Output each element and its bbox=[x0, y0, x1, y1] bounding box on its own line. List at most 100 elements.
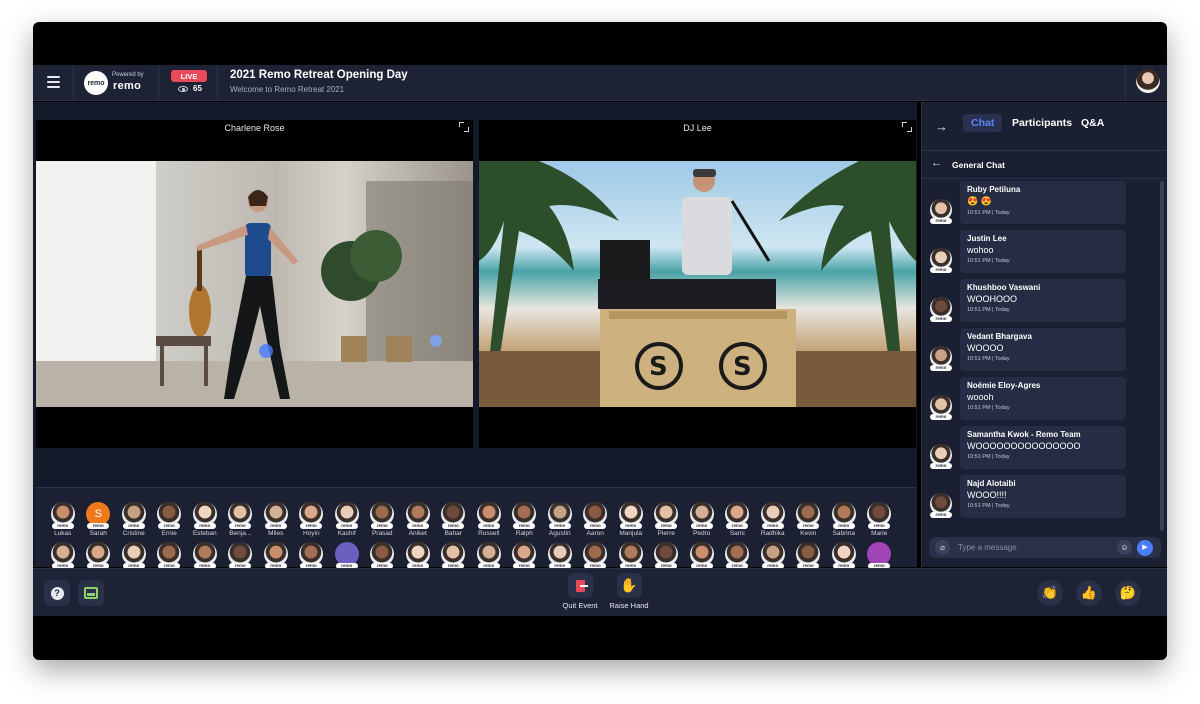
avatar: remo bbox=[930, 248, 952, 273]
send-button[interactable]: ▶ bbox=[1137, 540, 1153, 556]
audience-member[interactable]: remo Kashif bbox=[329, 502, 365, 537]
message-bubble: Justin Lee wohoo 10:51 PM | Today bbox=[960, 230, 1126, 273]
avatar: remo bbox=[583, 542, 608, 569]
message-text: WOOO!!!! bbox=[967, 490, 1007, 500]
avatar: remo bbox=[583, 502, 608, 529]
audience-member[interactable]: remo Aniket bbox=[400, 502, 436, 537]
raise-hand-button[interactable]: ✋ Raise Hand bbox=[604, 573, 654, 610]
tab-qa[interactable]: Q&A bbox=[1081, 117, 1104, 129]
audience-member[interactable]: remo Aaron bbox=[578, 502, 614, 537]
quit-event-button[interactable]: Quit Event bbox=[555, 573, 605, 610]
avatar: remo bbox=[547, 542, 572, 569]
remo-badge: remo bbox=[930, 218, 952, 224]
audience-member[interactable]: remo Pierre bbox=[649, 502, 685, 537]
back-arrow-icon[interactable]: ← bbox=[931, 157, 942, 169]
audience-member[interactable]: remo Sabrina bbox=[826, 502, 862, 537]
remo-badge: remo bbox=[51, 523, 74, 529]
message-author: Noémie Eloy-Agres bbox=[967, 381, 1041, 390]
audience-member[interactable]: remo Russell bbox=[471, 502, 507, 537]
stage-view-button[interactable] bbox=[78, 580, 104, 606]
message-text: WOOOO bbox=[967, 343, 1004, 353]
message-time: 10:51 PM | Today bbox=[967, 258, 1010, 264]
top-bar: remo Powered by remo LIVE 65 2021 Remo R… bbox=[33, 65, 1167, 101]
audience-member[interactable]: remo Ernie bbox=[152, 502, 188, 537]
audience-member[interactable]: remo Benja... bbox=[223, 502, 259, 537]
remo-badge: remo bbox=[122, 523, 145, 529]
tab-participants[interactable]: Participants bbox=[1012, 117, 1072, 129]
audience-member[interactable]: remo Miles bbox=[258, 502, 294, 537]
tab-chat[interactable]: Chat bbox=[963, 114, 1003, 132]
hand-icon: ✋ bbox=[616, 573, 642, 598]
avatar: remo bbox=[86, 542, 111, 569]
avatar: remo bbox=[192, 502, 217, 529]
audience-name: Benja... bbox=[229, 530, 252, 537]
audience-member[interactable]: remo Manjula bbox=[613, 502, 649, 537]
remo-badge: remo bbox=[548, 523, 571, 529]
avatar: remo bbox=[441, 542, 466, 569]
audience-name: Agustin bbox=[548, 530, 571, 537]
remo-badge: remo bbox=[300, 523, 323, 529]
audience-member[interactable]: remo Cristine bbox=[116, 502, 152, 537]
remo-logo: remo bbox=[84, 71, 108, 95]
event-title: 2021 Remo Retreat Opening Day bbox=[230, 69, 408, 81]
audience-name: Ernie bbox=[161, 530, 177, 537]
divider bbox=[73, 65, 74, 101]
message-bubble: Khushboo Vaswani WOOHOOO 10:51 PM | Today bbox=[960, 279, 1126, 322]
audience-member[interactable]: remo Bahar bbox=[436, 502, 472, 537]
avatar: remo bbox=[618, 502, 643, 529]
raise-hand-label: Raise Hand bbox=[609, 601, 649, 610]
thinking-reaction-button[interactable]: 🤔 bbox=[1115, 580, 1141, 606]
avatar: remo bbox=[930, 199, 952, 224]
expand-icon[interactable] bbox=[902, 122, 912, 132]
remo-badge: remo bbox=[406, 523, 429, 529]
audience-member[interactable]: remo Agustin bbox=[542, 502, 578, 537]
help-button[interactable]: ? bbox=[44, 580, 70, 606]
avatar: remo bbox=[547, 502, 572, 529]
avatar: remo bbox=[370, 542, 395, 569]
audience-member[interactable]: Sremo Sarah bbox=[81, 502, 117, 537]
avatar: remo bbox=[930, 493, 952, 518]
remo-badge: remo bbox=[513, 523, 536, 529]
hamburger-menu-icon[interactable] bbox=[47, 76, 60, 88]
collapse-arrow-icon[interactable]: → bbox=[935, 119, 948, 134]
avatar: remo bbox=[867, 542, 892, 569]
audience-member[interactable]: remo Prasad bbox=[365, 502, 401, 537]
avatar: remo bbox=[654, 542, 679, 569]
avatar: remo bbox=[441, 502, 466, 529]
attachment-icon[interactable]: ⌀ bbox=[935, 540, 950, 555]
avatar: remo bbox=[121, 502, 146, 529]
audience-member[interactable]: remo Marie bbox=[862, 502, 898, 537]
divider bbox=[217, 65, 218, 101]
thumbs-up-reaction-button[interactable]: 👍 bbox=[1076, 580, 1102, 606]
chat-scrollbar[interactable] bbox=[1160, 181, 1164, 531]
remo-badge: remo bbox=[930, 365, 952, 371]
divider bbox=[1125, 65, 1126, 101]
audience-name: Russell bbox=[478, 530, 500, 537]
audience-member[interactable]: remo Radhika bbox=[755, 502, 791, 537]
audience-name: Kashif bbox=[337, 530, 356, 537]
audience-member[interactable]: remo Hoyin bbox=[294, 502, 330, 537]
clap-reaction-button[interactable]: 👏 bbox=[1037, 580, 1063, 606]
audience-member[interactable]: remo Pedro bbox=[684, 502, 720, 537]
avatar: Sremo bbox=[86, 502, 111, 529]
speaker-video-2: S S bbox=[479, 161, 916, 407]
audience-member[interactable]: remo Sami bbox=[720, 502, 756, 537]
remo-badge: remo bbox=[264, 523, 287, 529]
avatar: remo bbox=[263, 502, 288, 529]
avatar: remo bbox=[930, 346, 952, 371]
message-input[interactable] bbox=[958, 540, 1108, 555]
remo-badge: remo bbox=[868, 523, 891, 529]
audience-member[interactable]: remo Ralph bbox=[507, 502, 543, 537]
audience-member[interactable]: remo Kevin bbox=[791, 502, 827, 537]
expand-icon[interactable] bbox=[459, 122, 469, 132]
remo-badge: remo bbox=[619, 523, 642, 529]
avatar: remo bbox=[476, 502, 501, 529]
emoji-icon[interactable]: ☺ bbox=[1117, 540, 1132, 555]
user-avatar[interactable] bbox=[1136, 69, 1160, 93]
remo-badge: remo bbox=[726, 523, 749, 529]
message-bubble: Najd Alotaibi WOOO!!!! 10:51 PM | Today bbox=[960, 475, 1126, 518]
speaker-video-scene: S S bbox=[479, 161, 916, 407]
audience-member[interactable]: remo Lukas bbox=[45, 502, 81, 537]
audience-member[interactable]: remo Esteban bbox=[187, 502, 223, 537]
avatar: remo bbox=[831, 502, 856, 529]
